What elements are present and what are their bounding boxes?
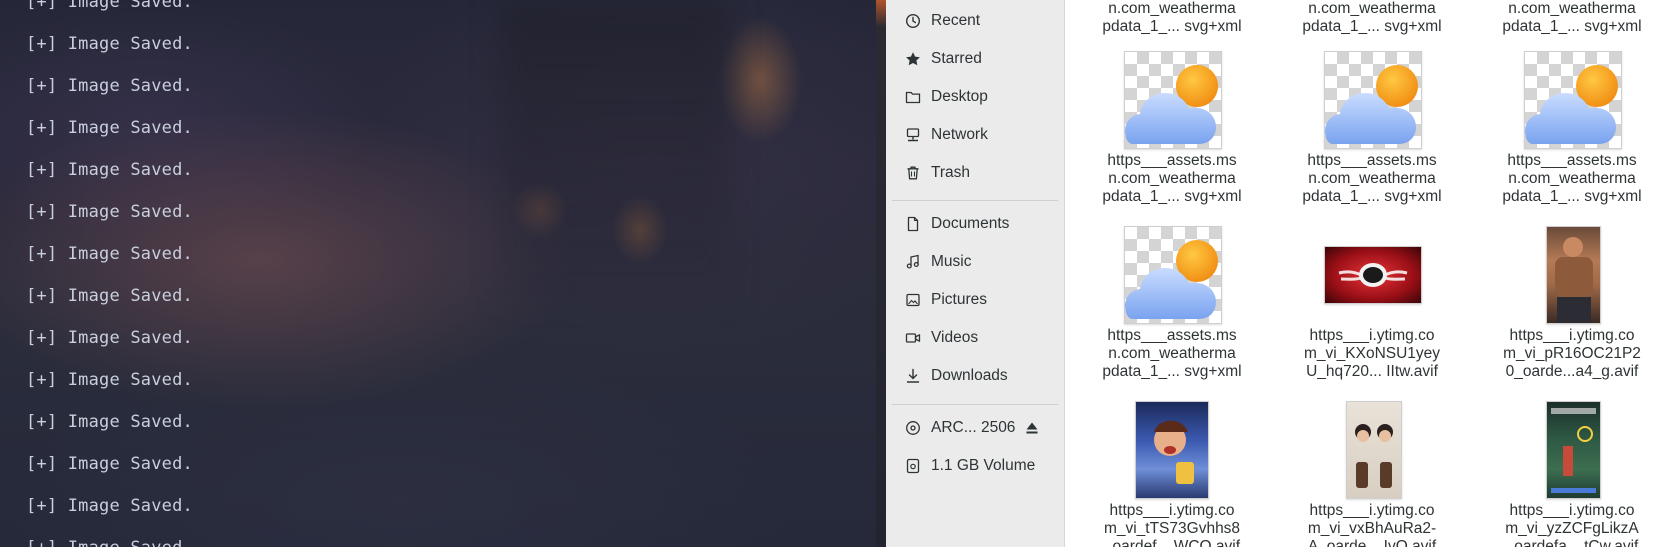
sidebar-item-label: 1.1 GB Volume [931,457,1036,474]
file-name: n.com_weatherma pdata_1_... svg+xml [1302,0,1442,35]
sidebar-item-trash[interactable]: Trash [886,155,1064,191]
file-name: https___assets.ms n.com_weatherma pdata_1_… [1102,152,1242,205]
sidebar-separator [892,200,1058,201]
terminal-line: [+] Image Saved. [26,496,193,516]
sidebar-item-label: Music [931,253,972,270]
sidebar-item-recent[interactable]: Recent [886,3,1064,39]
sidebar-item-label: Trash [931,164,971,181]
weather-icon [1124,226,1222,324]
sidebar-item-label: ARC... 2506 [931,419,1016,436]
sidebar-item-label: Starred [931,50,982,67]
terminal-line: [+] Image Saved. [26,202,193,222]
terminal-line: [+] Image Saved. [26,538,193,547]
places-sidebar: Recent Starred Desktop Network Trash Doc… [886,0,1065,547]
video-thumbnail [1546,226,1601,324]
terminal-window[interactable]: [+] Image Saved. [+] Image Saved. [+] Im… [0,0,886,547]
weather-icon [1524,51,1622,149]
drive-icon [905,458,921,474]
weather-icon [1324,51,1422,149]
terminal-line: [+] Image Saved. [26,370,193,390]
terminal-line: [+] Image Saved. [26,0,193,12]
wallpaper-edge [876,0,886,547]
sidebar-item-pictures[interactable]: Pictures [886,282,1064,318]
file-name: https___assets.ms n.com_weatherma pdata_1_… [1502,152,1642,205]
terminal-line: [+] Image Saved. [26,412,193,432]
terminal-line: [+] Image Saved. [26,328,193,348]
file-name: https___assets.ms n.com_weatherma pdata_1_… [1102,327,1242,380]
sidebar-item-starred[interactable]: Starred [886,41,1064,77]
sidebar-item-label: Recent [931,12,981,29]
file-name: https___i.ytimg.co m_vi_pR16OC21P2 0_oarde… [1503,327,1641,380]
wallpaper-building [500,0,730,300]
video-thumbnail [1346,401,1402,499]
file-name: https___i.ytimg.co m_vi_yzZCFgLikzA _oarde… [1505,502,1639,547]
terminal-line: [+] Image Saved. [26,454,193,474]
sidebar-item-documents[interactable]: Documents [886,206,1064,242]
sidebar-item-arc-disc[interactable]: ARC... 2506 [886,410,1064,446]
sidebar-item-volume[interactable]: 1.1 GB Volume [886,448,1064,484]
sidebar-item-videos[interactable]: Videos [886,320,1064,356]
sidebar-item-label: Documents [931,215,1010,232]
sidebar-item-label: Pictures [931,291,987,308]
download-icon [905,368,921,384]
clock-icon [905,13,921,29]
weather-icon [1124,51,1222,149]
terminal-line: [+] Image Saved. [26,76,193,96]
video-thumbnail [1324,246,1422,304]
file-grid: n.com_weatherma pdata_1_... svg+xml n.com… [1065,0,1669,547]
file-name: https___assets.ms n.com_weatherma pdata_1_… [1302,152,1442,205]
video-thumbnail [1546,401,1601,499]
sidebar-item-network[interactable]: Network [886,117,1064,153]
document-icon [905,216,921,232]
sidebar-item-label: Desktop [931,88,988,105]
sidebar-item-label: Videos [931,329,979,346]
file-name: https___i.ytimg.co m_vi_KXoNSU1yey U_hq720… [1303,327,1441,380]
file-name: https___i.ytimg.co m_vi_vxBhAuRa2- A_oarde… [1307,502,1437,547]
disc-icon [905,420,921,436]
video-icon [905,330,921,346]
file-name: n.com_weatherma pdata_1_... svg+xml [1502,0,1642,35]
file-name: https___i.ytimg.co m_vi_tTS73Gvhhs8 _oarde… [1103,502,1241,547]
terminal-line: [+] Image Saved. [26,160,193,180]
sidebar-item-downloads[interactable]: Downloads [886,358,1064,394]
image-icon [905,292,921,308]
network-icon [905,127,921,143]
sidebar-item-label: Downloads [931,367,1008,384]
file-name: n.com_weatherma pdata_1_... svg+xml [1102,0,1242,35]
sidebar-separator [892,404,1058,405]
terminal-line: [+] Image Saved. [26,118,193,138]
terminal-line: [+] Image Saved. [26,34,193,54]
music-icon [905,254,921,270]
trash-icon [905,165,921,181]
terminal-line: [+] Image Saved. [26,244,193,264]
sidebar-item-music[interactable]: Music [886,244,1064,280]
folder-icon [905,89,921,105]
video-thumbnail [1135,401,1209,499]
sidebar-item-label: Network [931,126,988,143]
eject-icon[interactable] [1024,420,1040,436]
star-icon [905,51,921,67]
terminal-line: [+] Image Saved. [26,286,193,306]
sidebar-item-desktop[interactable]: Desktop [886,79,1064,115]
